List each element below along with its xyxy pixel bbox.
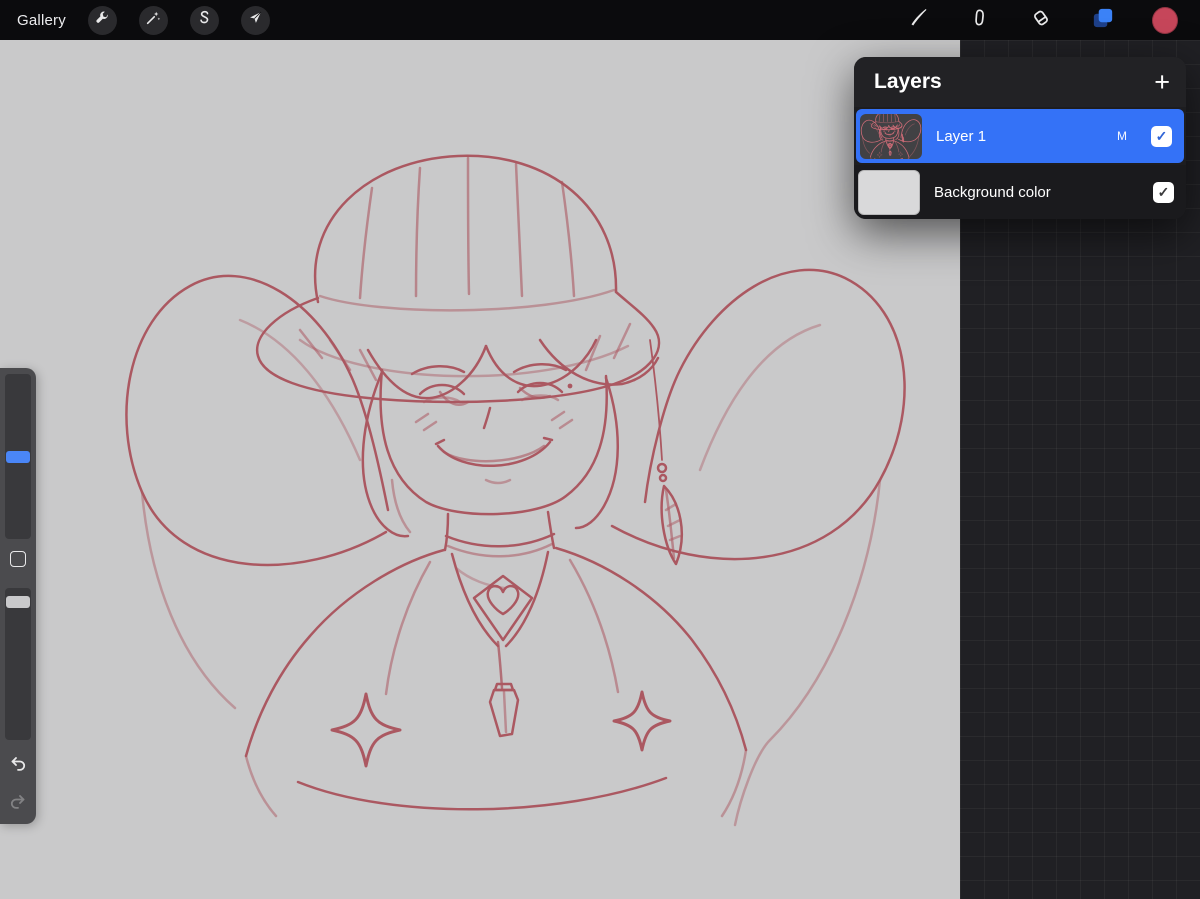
wrench-icon bbox=[94, 10, 110, 31]
layer-row-background[interactable]: Background color ✓ bbox=[854, 165, 1186, 219]
gallery-button[interactable]: Gallery bbox=[17, 12, 66, 29]
layer1-visibility-checkbox[interactable]: ✓ bbox=[1151, 125, 1172, 147]
background-visibility-checkbox[interactable]: ✓ bbox=[1153, 181, 1174, 203]
opacity-slider[interactable] bbox=[5, 588, 31, 740]
background-name: Background color bbox=[934, 183, 1051, 201]
layer1-name: Layer 1 bbox=[936, 127, 987, 145]
modify-button[interactable] bbox=[10, 551, 26, 567]
selection-button[interactable] bbox=[189, 5, 219, 35]
actions-button[interactable] bbox=[87, 5, 117, 35]
procreate-app: { "topbar": { "gallery_label": "Gallery"… bbox=[0, 0, 1200, 899]
layers-panel-header: Layers + bbox=[854, 57, 1186, 107]
color-button[interactable] bbox=[1152, 6, 1178, 34]
redo-button[interactable] bbox=[8, 792, 28, 812]
add-layer-button[interactable]: + bbox=[1154, 68, 1170, 96]
layer1-thumbnail bbox=[860, 113, 922, 159]
top-toolbar: Gallery bbox=[0, 0, 1200, 40]
color-swatch-icon bbox=[1152, 6, 1178, 34]
transform-button[interactable] bbox=[240, 5, 270, 35]
selection-s-icon bbox=[197, 10, 212, 30]
drawing-canvas[interactable] bbox=[0, 40, 960, 899]
right-tool-group bbox=[904, 0, 1200, 40]
eraser-icon bbox=[1031, 8, 1051, 33]
magic-wand-icon bbox=[145, 10, 161, 31]
brush-icon bbox=[906, 7, 928, 34]
sidebar bbox=[0, 368, 36, 824]
layers-panel: Layers + Layer 1 M ✓ Background color ✓ bbox=[854, 57, 1186, 219]
layers-icon bbox=[1092, 7, 1114, 34]
paint-button[interactable] bbox=[904, 7, 930, 33]
layers-panel-title: Layers bbox=[874, 70, 942, 93]
adjustments-button[interactable] bbox=[138, 5, 168, 35]
layer1-blend-mode-button[interactable]: M bbox=[1117, 129, 1127, 143]
layer-row-layer1[interactable]: Layer 1 M ✓ bbox=[856, 109, 1184, 163]
redo-icon bbox=[8, 795, 28, 816]
erase-button[interactable] bbox=[1028, 7, 1054, 33]
transform-arrow-icon bbox=[248, 10, 263, 30]
canvas-sketch bbox=[125, 154, 906, 827]
background-thumbnail bbox=[858, 169, 920, 215]
smudge-button[interactable] bbox=[966, 7, 992, 33]
layers-button[interactable] bbox=[1090, 7, 1116, 33]
brush-size-handle[interactable] bbox=[6, 451, 30, 463]
opacity-handle[interactable] bbox=[6, 596, 30, 608]
undo-icon bbox=[8, 757, 28, 778]
undo-button[interactable] bbox=[8, 754, 28, 774]
smudge-finger-icon bbox=[970, 8, 989, 32]
